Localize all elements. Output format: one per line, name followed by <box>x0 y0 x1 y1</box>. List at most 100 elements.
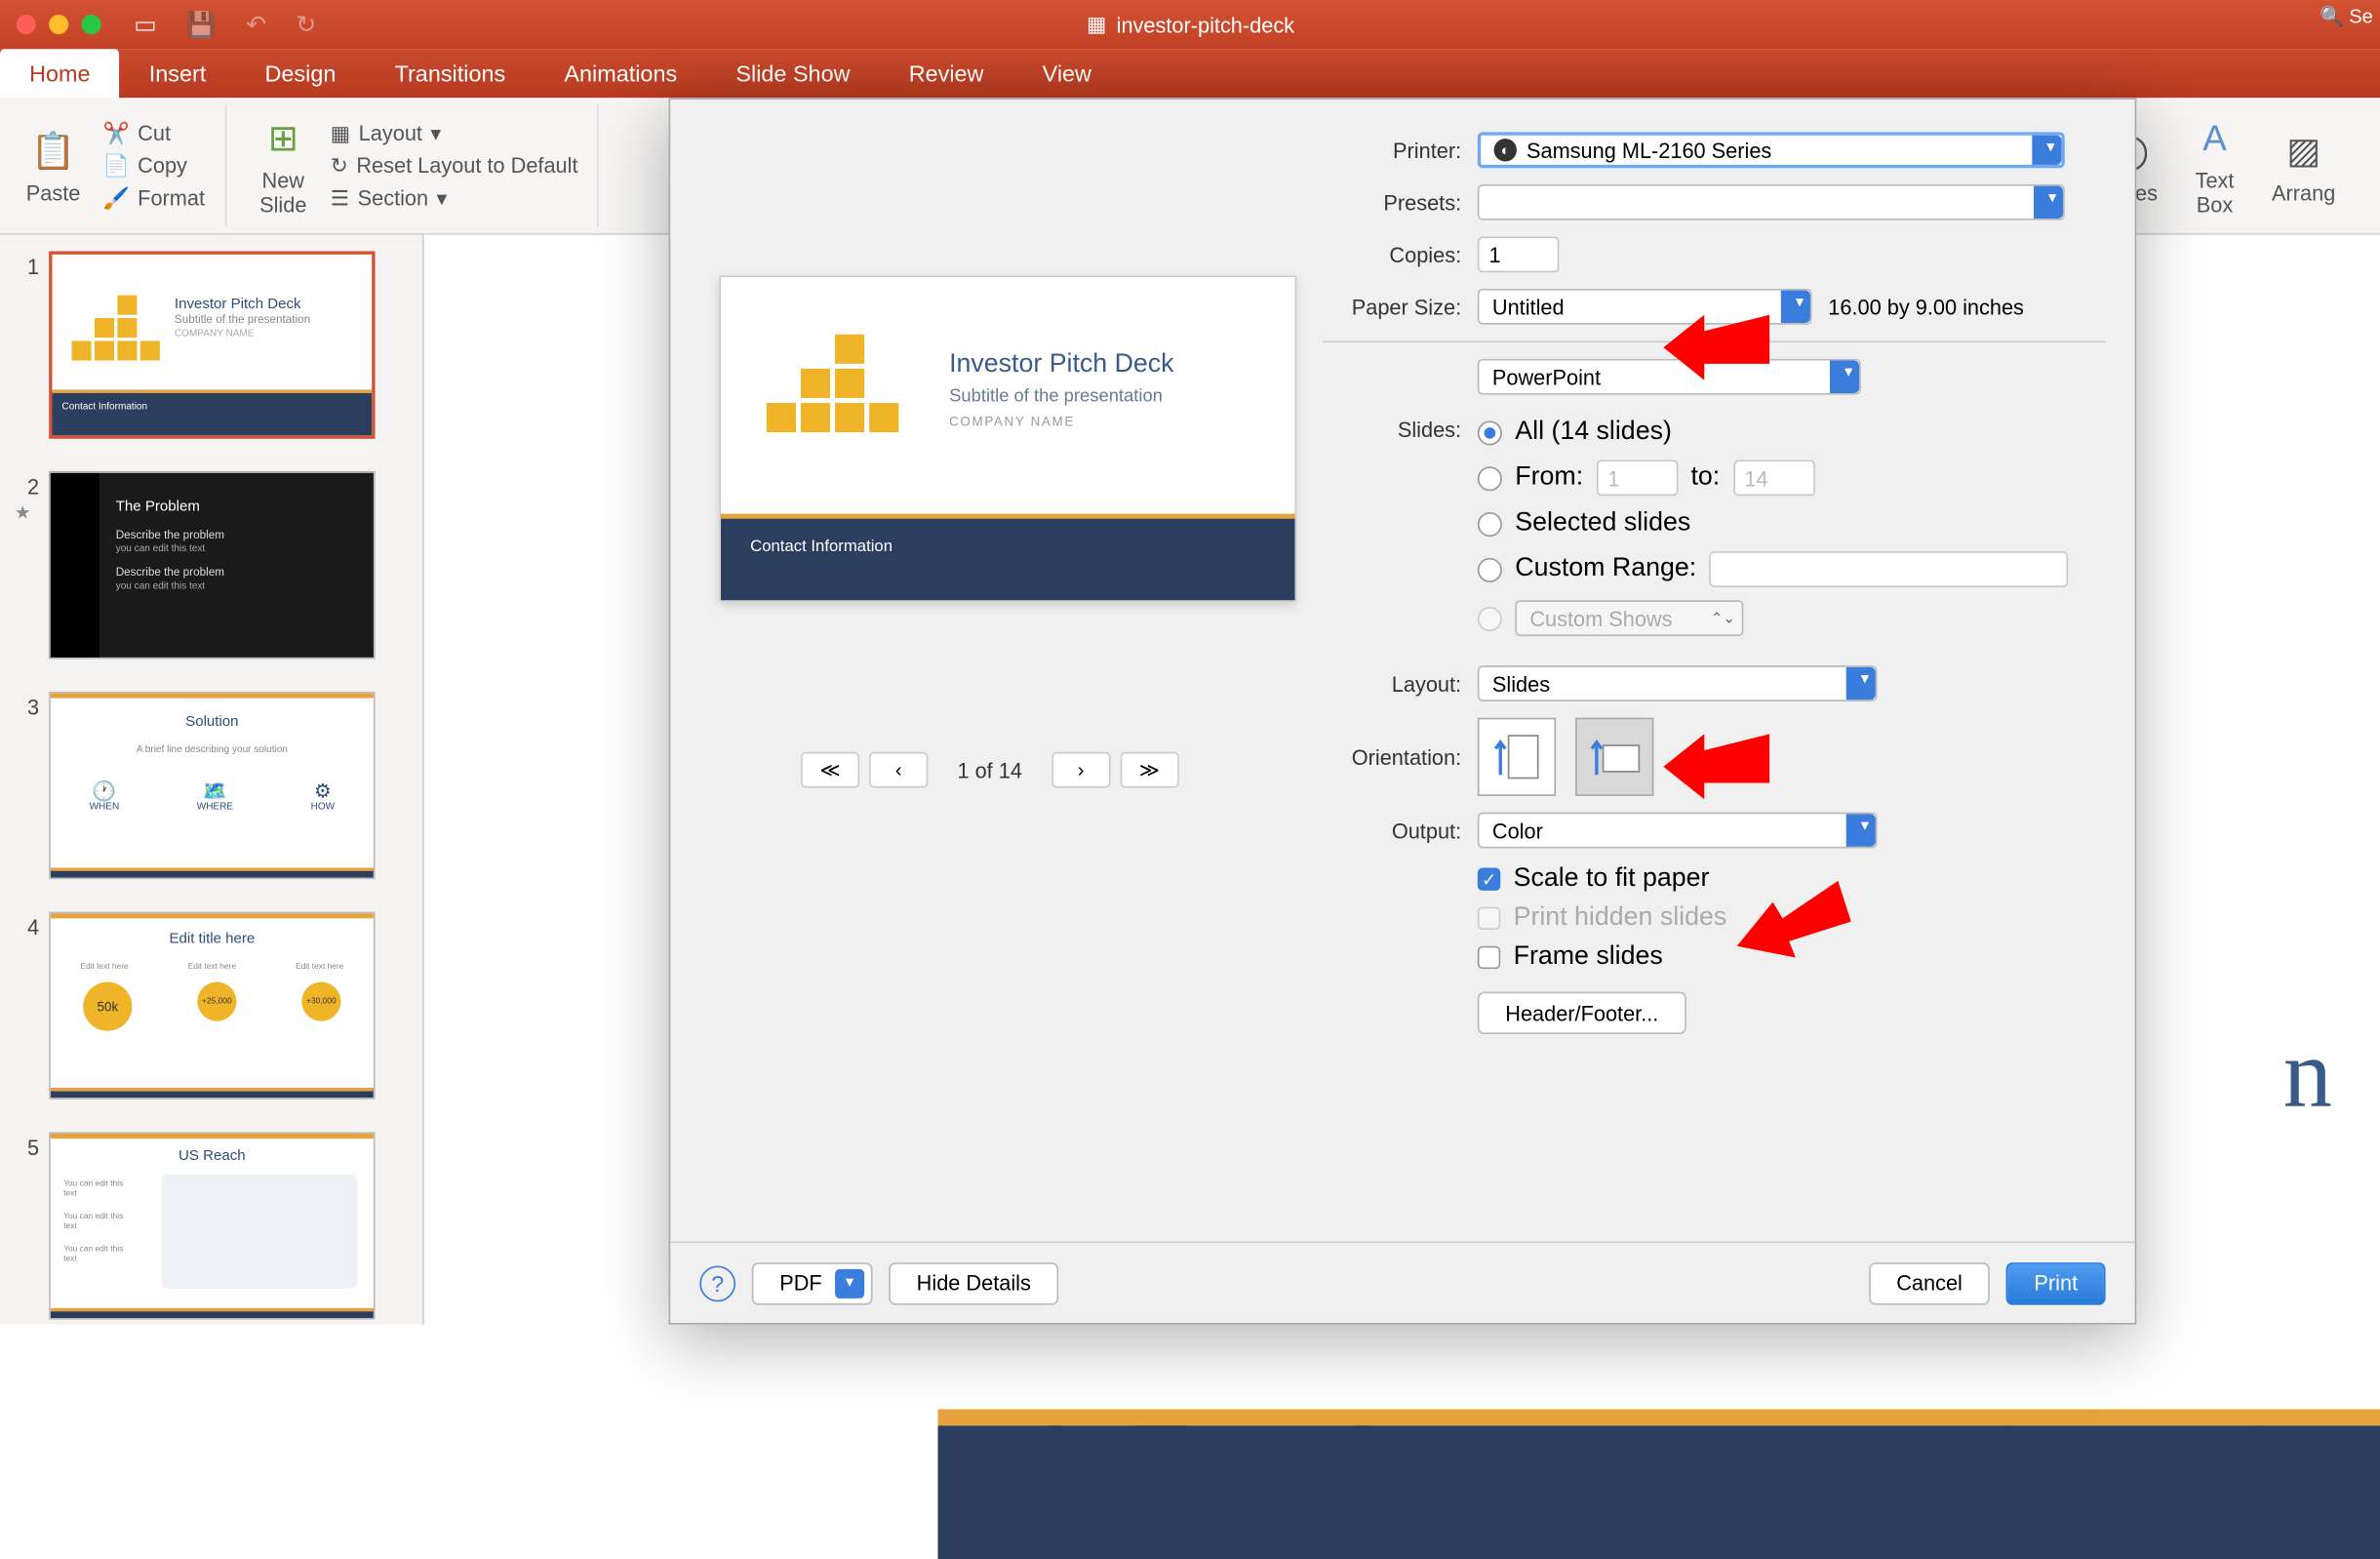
radio-selected-slides[interactable] <box>1478 511 1502 536</box>
custom-range-input[interactable] <box>1710 551 2069 587</box>
orientation-portrait-button[interactable] <box>1478 718 1556 796</box>
thumb2-title: The Problem <box>116 498 200 514</box>
slide-thumbnail-panel[interactable]: 1 Investor Pitch Deck Subtitle of the pr… <box>0 235 424 1325</box>
layout-select[interactable]: Slides <box>1478 665 1878 701</box>
arrange-button[interactable]: ▨ Arrang <box>2262 120 2345 212</box>
section-button[interactable]: ☰Section ▾ <box>331 185 578 212</box>
thumb-number: 5 <box>10 1132 39 1319</box>
close-window[interactable] <box>17 15 36 34</box>
dialog-footer: ? PDF ▾ Hide Details Cancel Print <box>670 1241 2134 1323</box>
slide-bg-stripe <box>937 1410 2380 1426</box>
orientation-label: Orientation: <box>1323 744 1478 769</box>
tab-view[interactable]: View <box>1013 49 1122 98</box>
undo-icon[interactable]: ↶ <box>246 10 266 39</box>
print-preview: Investor Pitch Deck Subtitle of the pres… <box>719 276 1296 602</box>
layout-label: Layout: <box>1323 671 1478 696</box>
print-hidden-label: Print hidden slides <box>1514 903 1727 933</box>
header-footer-button[interactable]: Header/Footer... <box>1478 992 1686 1034</box>
reset-icon: ↻ <box>331 152 348 179</box>
orientation-landscape-button[interactable] <box>1576 718 1654 796</box>
pager-first-button[interactable]: ≪ <box>801 752 859 788</box>
cut-button[interactable]: ✂️Cut <box>103 120 205 146</box>
print-dialog: Investor Pitch Deck Subtitle of the pres… <box>669 98 2137 1324</box>
output-select[interactable]: Color <box>1478 813 1878 849</box>
presets-label: Presets: <box>1323 190 1478 215</box>
radio-custom-range[interactable] <box>1478 557 1502 581</box>
new-slide-button[interactable]: ⊞ New Slide <box>249 107 317 223</box>
tab-animations[interactable]: Animations <box>535 49 706 98</box>
from-input[interactable] <box>1597 460 1679 497</box>
zoom-window[interactable] <box>82 15 101 34</box>
copies-input[interactable] <box>1478 236 1560 272</box>
tab-design[interactable]: Design <box>235 49 365 98</box>
annotation-arrow-1 <box>1663 291 1777 380</box>
checkbox-print-hidden <box>1478 907 1500 930</box>
pdf-dropdown[interactable]: PDF ▾ <box>752 1261 873 1303</box>
annotation-arrow-3 <box>1737 873 1851 971</box>
printer-status-icon: ◐ <box>1494 139 1517 161</box>
radio-from-to[interactable] <box>1478 465 1502 490</box>
thumb1-footer: Contact Information <box>53 390 373 436</box>
tab-review[interactable]: Review <box>880 49 1013 98</box>
to-input[interactable] <box>1733 460 1815 497</box>
frame-slides-label: Frame slides <box>1514 942 1663 972</box>
slide-thumbnail-4[interactable]: Edit title here Edit text here Edit text… <box>49 912 375 1099</box>
papersize-dimensions: 16.00 by 9.00 inches <box>1828 295 2024 319</box>
pager-last-button[interactable]: ≫ <box>1120 752 1178 788</box>
from-label: From: <box>1515 463 1583 493</box>
layout-button[interactable]: ▦Layout ▾ <box>331 120 578 146</box>
ribbon-tabs: Home Insert Design Transitions Animation… <box>0 49 2380 98</box>
copy-button[interactable]: 📄Copy <box>103 152 205 179</box>
file-icon: ▦ <box>1087 12 1107 38</box>
radio-all-slides[interactable] <box>1478 420 1502 445</box>
help-button[interactable]: ? <box>699 1265 735 1301</box>
textbox-button[interactable]: A Text Box <box>2180 107 2248 223</box>
tab-slideshow[interactable]: Slide Show <box>706 49 879 98</box>
save-icon[interactable]: 💾 <box>186 10 217 39</box>
titlebar: ▭ 💾 ↶ ↻ ▦ investor-pitch-deck 🔍 Se <box>0 0 2380 49</box>
format-painter-button[interactable]: 🖌️Format <box>103 185 205 212</box>
slide-thumbnail-1[interactable]: Investor Pitch Deck Subtitle of the pres… <box>49 251 375 438</box>
chevron-down-icon: ▾ <box>835 1268 864 1298</box>
preview-subtitle: Subtitle of the presentation <box>949 386 1163 406</box>
clipboard-icon: 📋 <box>28 127 77 176</box>
window-title: ▦ investor-pitch-deck <box>1087 12 1294 38</box>
search-field[interactable]: 🔍 Se <box>2320 5 2373 27</box>
checkbox-scale-to-fit[interactable] <box>1478 868 1500 891</box>
thumb1-title: Investor Pitch Deck <box>175 296 301 312</box>
cancel-button[interactable]: Cancel <box>1869 1261 1991 1303</box>
selected-slides-label: Selected slides <box>1515 509 1690 539</box>
tab-transitions[interactable]: Transitions <box>365 49 535 98</box>
annotation-arrow-2 <box>1663 709 1777 799</box>
search-icon: 🔍 <box>2320 5 2344 27</box>
pager-next-button[interactable]: › <box>1051 752 1110 788</box>
scissors-icon: ✂️ <box>103 120 130 146</box>
minimize-window[interactable] <box>49 15 68 34</box>
output-label: Output: <box>1323 819 1478 843</box>
printer-select[interactable]: ◐ Samsung ML-2160 Series <box>1478 132 2065 168</box>
preview-pager: ≪ ‹ 1 of 14 › ≫ <box>801 752 1225 788</box>
slide-thumbnail-5[interactable]: US Reach You can edit this text You can … <box>49 1132 375 1319</box>
reset-layout-button[interactable]: ↻Reset Layout to Default <box>331 152 578 179</box>
slides-label: Slides: <box>1323 418 1478 442</box>
custom-shows-select: Custom Shows <box>1515 600 1743 636</box>
slide-thumbnail-3[interactable]: Solution A brief line describing your so… <box>49 692 375 879</box>
hide-details-button[interactable]: Hide Details <box>889 1261 1058 1303</box>
new-slide-icon: ⊞ <box>258 114 307 163</box>
all-slides-label: All (14 slides) <box>1515 418 1672 447</box>
quick-access-toolbar: ▭ 💾 ↶ ↻ <box>134 10 316 39</box>
slide-thumbnail-2[interactable]: The Problem Describe the problem you can… <box>49 471 375 659</box>
copy-icon: 📄 <box>103 152 130 179</box>
paste-button[interactable]: 📋 Paste <box>17 120 91 212</box>
radio-custom-shows <box>1478 606 1502 630</box>
preview-footer: Contact Information <box>721 514 1295 602</box>
redo-icon[interactable]: ↻ <box>296 10 316 39</box>
custom-range-label: Custom Range: <box>1515 554 1696 583</box>
presentation-icon[interactable]: ▭ <box>134 10 157 39</box>
pager-prev-button[interactable]: ‹ <box>869 752 928 788</box>
tab-home[interactable]: Home <box>0 49 120 98</box>
presets-select[interactable] <box>1478 184 2065 220</box>
checkbox-frame-slides[interactable] <box>1478 946 1500 969</box>
print-button[interactable]: Print <box>2006 1261 2106 1303</box>
tab-insert[interactable]: Insert <box>120 49 236 98</box>
